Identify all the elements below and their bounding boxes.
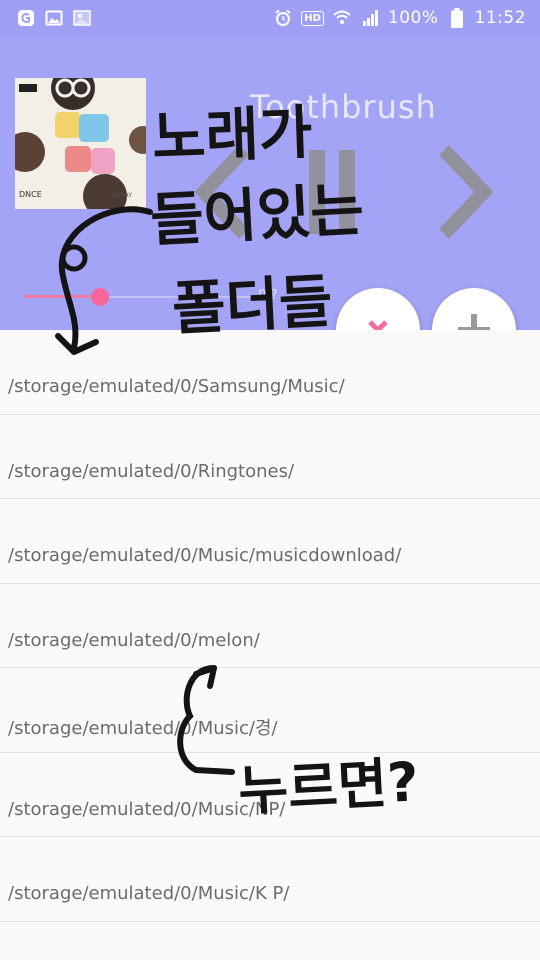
status-bar-left [16, 9, 92, 27]
battery-icon [447, 8, 467, 28]
gallery-icon [44, 9, 64, 27]
folder-list-item[interactable]: /storage/emulated/0/Music/경/ [0, 668, 540, 753]
pause-button[interactable] [303, 142, 373, 242]
seek-bar[interactable] [24, 288, 254, 306]
hd-voice-icon: HD [301, 10, 324, 26]
folder-path: /storage/emulated/0/Ringtones/ [8, 460, 295, 482]
seek-thumb[interactable] [90, 288, 109, 306]
status-bar-right: HD 100% 11:52 [273, 8, 526, 28]
folder-list-item[interactable]: /storage/emulated/0/Ringtones/ [0, 414, 540, 499]
player-header: DNCE SWAAY Toothbrush 0/? [0, 36, 540, 330]
folder-path: /storage/emulated/0/Music/K P/ [8, 883, 290, 904]
status-bar: HD 100% 11:52 [0, 0, 540, 36]
folder-path: /storage/emulated/0/melon/ [8, 629, 260, 651]
folder-list: /storage/emulated/0/Samsung/Music/ /stor… [0, 330, 540, 922]
folder-list-item[interactable]: /storage/emulated/0/Music/NP/ [0, 752, 540, 837]
wifi-icon [332, 9, 352, 27]
pause-icon [309, 150, 355, 234]
folder-path: /storage/emulated/0/Music/musicdownload/ [8, 545, 402, 566]
folder-list-item[interactable]: /storage/emulated/0/Music/musicdownload/ [0, 499, 540, 584]
app-notification-icon [16, 9, 36, 27]
clock: 11:52 [474, 8, 526, 28]
previous-icon [194, 145, 250, 239]
song-title: Toothbrush [250, 88, 437, 126]
album-title-label: SWAAY [111, 192, 132, 199]
signal-icon [360, 9, 380, 27]
seek-progress [24, 295, 100, 298]
battery-percent: 100% [387, 8, 439, 28]
image-icon [72, 9, 92, 27]
next-icon [438, 145, 494, 239]
folder-list-item[interactable]: /storage/emulated/0/Samsung/Music/ [0, 330, 540, 415]
folder-list-item[interactable]: /storage/emulated/0/Music/K P/ [0, 837, 540, 922]
next-button[interactable] [430, 142, 500, 242]
folder-path: /storage/emulated/0/Music/경/ [8, 718, 278, 739]
previous-button[interactable] [188, 142, 258, 242]
playback-time: 0/? [258, 288, 278, 303]
folder-path: /storage/emulated/0/Music/NP/ [8, 798, 286, 820]
folder-list-item[interactable]: /storage/emulated/0/melon/ [0, 583, 540, 668]
alarm-icon [273, 9, 293, 27]
album-art[interactable]: DNCE SWAAY [15, 78, 146, 209]
folder-path: /storage/emulated/0/Samsung/Music/ [8, 376, 345, 397]
album-artist-label: DNCE [19, 190, 42, 199]
